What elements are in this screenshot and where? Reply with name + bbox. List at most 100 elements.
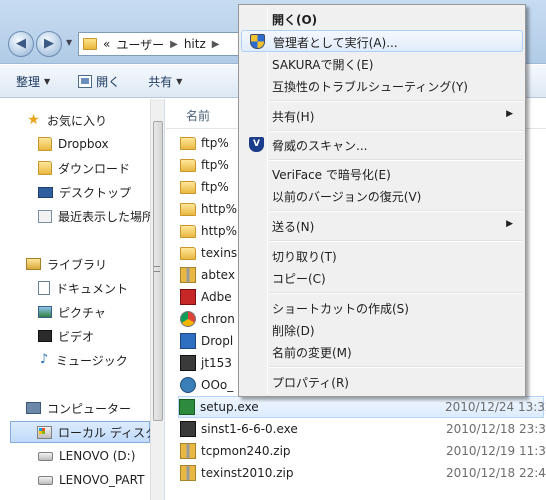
installer-icon <box>179 399 195 415</box>
menu-item-create-shortcut[interactable]: ショートカットの作成(S) <box>241 297 523 319</box>
file-row[interactable]: sinst1-6-6-0.exe 2010/12/18 23:33 <box>180 418 546 440</box>
menu-item-properties[interactable]: プロパティ(R) <box>241 371 523 393</box>
menu-item-label: VeriFace で暗号化(E) <box>272 168 391 182</box>
file-date: 2010/12/24 13:32 <box>445 400 546 414</box>
back-button[interactable]: ◀ <box>8 31 34 57</box>
file-row[interactable]: setup.exe 2010/12/24 13:32 <box>178 396 546 418</box>
folder-icon <box>38 161 52 175</box>
menu-item-copy[interactable]: コピー(C) <box>241 267 523 289</box>
menu-item-label: 管理者として実行(A)... <box>273 36 398 50</box>
menu-separator <box>269 210 523 212</box>
menu-item-label: SAKURAで開く(E) <box>272 58 374 72</box>
menu-item-label: コピー(C) <box>272 272 326 286</box>
breadcrumb-users[interactable]: ユーザー <box>116 36 164 53</box>
nav-label: ミュージック <box>56 353 128 368</box>
menu-item-share[interactable]: 共有(H) ▶ <box>241 105 523 127</box>
nav-item-documents[interactable]: ドキュメント <box>38 277 164 299</box>
file-name: ftp% <box>201 136 229 150</box>
libraries-icon <box>26 258 41 270</box>
organize-label: 整理 <box>16 74 41 89</box>
nav-label: 最近表示した場所 <box>58 209 155 224</box>
menu-item-restore-versions[interactable]: 以前のバージョンの復元(V) <box>241 185 523 207</box>
nav-libraries[interactable]: ライブラリ <box>26 253 164 275</box>
menu-item-label: 切り取り(T) <box>272 250 337 264</box>
menu-item-label: 脅威のスキャン... <box>272 139 368 153</box>
menu-item-run-as-admin[interactable]: 管理者として実行(A)... <box>241 30 523 52</box>
recent-places-icon <box>38 209 52 223</box>
application-icon <box>180 333 196 349</box>
folder-icon <box>180 224 196 238</box>
menu-item-sakura-open[interactable]: SAKURAで開く(E) <box>241 53 523 75</box>
navigation-pane: ★ お気に入り Dropbox ダウンロード デスクトップ 最近表示した場所 ラ… <box>0 99 165 500</box>
star-icon: ★ <box>27 111 40 128</box>
nav-label: お気に入り <box>47 113 108 128</box>
windows-drive-icon <box>37 425 52 439</box>
column-header-label: 名前 <box>186 109 211 123</box>
menu-separator <box>269 240 523 242</box>
chevron-right-icon[interactable]: ▶ <box>212 39 220 50</box>
nav-item-lenovo-d[interactable]: LENOVO (D:) <box>38 445 164 467</box>
chrome-icon <box>180 311 196 327</box>
folder-icon <box>180 202 196 216</box>
computer-icon <box>26 402 41 414</box>
chevron-right-icon[interactable]: ▶ <box>170 39 178 50</box>
nav-label: ライブラリ <box>47 257 108 272</box>
nav-item-local-disk[interactable]: ローカル ディスク <box>10 421 157 443</box>
context-menu: 開く(O) 管理者として実行(A)... SAKURAで開く(E) 互換性のトラ… <box>238 4 526 397</box>
open-button[interactable]: 開く <box>78 73 120 90</box>
menu-item-delete[interactable]: 削除(D) <box>241 319 523 341</box>
nav-computer[interactable]: コンピューター <box>26 397 164 419</box>
nav-item-desktop[interactable]: デスクトップ <box>38 181 164 203</box>
file-name: texins <box>201 246 238 260</box>
nav-label: デスクトップ <box>59 185 132 200</box>
address-prefix: « <box>103 37 111 51</box>
menu-separator <box>269 100 523 102</box>
menu-item-rename[interactable]: 名前の変更(M) <box>241 341 523 363</box>
recent-pages-dropdown[interactable]: ▼ <box>66 38 72 47</box>
menu-item-label: 以前のバージョンの復元(V) <box>272 190 422 204</box>
file-name: Adbe <box>201 290 232 304</box>
nav-item-downloads[interactable]: ダウンロード <box>38 157 164 179</box>
menu-item-troubleshoot[interactable]: 互換性のトラブルシューティング(Y) <box>241 75 523 97</box>
menu-item-veriface[interactable]: VeriFace で暗号化(E) <box>241 163 523 185</box>
organize-button[interactable]: 整理 ▼ <box>16 73 50 90</box>
file-name: chron <box>201 312 235 326</box>
address-bar[interactable]: « ユーザー ▶ hitz ▶ <box>78 32 248 56</box>
submenu-arrow-icon: ▶ <box>506 109 513 119</box>
file-date: 2010/12/18 22:48 <box>446 466 546 480</box>
document-icon <box>38 281 50 295</box>
nav-item-recent-places[interactable]: 最近表示した場所 <box>38 205 164 227</box>
pictures-icon <box>38 306 52 318</box>
caret-down-icon: ▼ <box>176 76 183 86</box>
share-button[interactable]: 共有 ▼ <box>148 73 182 90</box>
folder-icon <box>38 137 52 151</box>
menu-item-cut[interactable]: 切り取り(T) <box>241 245 523 267</box>
folder-icon <box>180 180 196 194</box>
menu-item-send-to[interactable]: 送る(N) ▶ <box>241 215 523 237</box>
nav-favorites[interactable]: ★ お気に入り <box>26 109 164 131</box>
nav-item-music[interactable]: ♪ ミュージック <box>38 349 164 371</box>
nav-item-lenovo-part[interactable]: LENOVO_PART <box>38 469 164 491</box>
nav-label: LENOVO (D:) <box>59 449 136 463</box>
file-row[interactable]: tcpmon240.zip 2010/12/19 11:34 <box>180 440 546 462</box>
drive-icon <box>38 475 53 485</box>
menu-item-label: プロパティ(R) <box>272 376 349 390</box>
menu-item-label: 互換性のトラブルシューティング(Y) <box>272 80 468 94</box>
file-name: OOo_ <box>201 378 234 392</box>
nav-scrollbar[interactable] <box>150 99 164 500</box>
nav-label: LENOVO_PART <box>59 473 145 487</box>
menu-item-open[interactable]: 開く(O) <box>241 8 523 30</box>
file-name: http% <box>201 224 238 238</box>
submenu-arrow-icon: ▶ <box>506 219 513 229</box>
breadcrumb-hitz[interactable]: hitz <box>184 37 206 51</box>
nav-item-dropbox[interactable]: Dropbox <box>38 133 164 155</box>
nav-item-pictures[interactable]: ピクチャ <box>38 301 164 323</box>
open-icon <box>78 74 93 88</box>
file-name: ftp% <box>201 158 229 172</box>
file-row[interactable]: texinst2010.zip 2010/12/18 22:48 <box>180 462 546 484</box>
menu-item-scan[interactable]: V 脅威のスキャン... <box>241 134 523 156</box>
nav-label: ピクチャ <box>58 305 106 320</box>
forward-button[interactable]: ▶ <box>36 31 62 57</box>
nav-item-videos[interactable]: ビデオ <box>38 325 164 347</box>
video-icon <box>38 330 52 342</box>
